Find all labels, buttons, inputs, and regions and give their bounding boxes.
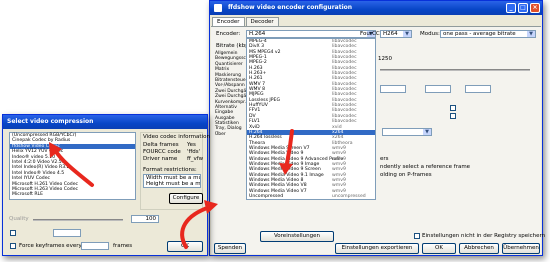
format-title: Format restrictions: [143,167,197,173]
presets-button[interactable]: Voreinstellungen [260,231,334,242]
no-registry-checkbox[interactable] [414,233,420,239]
codec-option-name: Windows Media Video 9 [249,151,304,157]
option-checkbox[interactable] [450,113,456,119]
keyframes-field[interactable] [81,242,109,250]
frames-label: frames [113,243,133,249]
ok-button[interactable]: OK [167,241,203,252]
info-value: Yes [187,142,196,148]
codec-option-name: FLV1 [249,119,260,125]
side-nav: Allgemein Bewegungsschätzung Quantisierer M… [213,51,264,137]
codec-option-name: MJPEG [249,92,264,98]
info-value: 'ffds' [187,149,201,155]
codec-option-name: MPEG-2 [249,60,267,66]
ok-button[interactable]: OK [422,243,456,254]
side-nav-item[interactable]: Bewegungsschätzung [213,56,264,61]
info-key: Delta frames [143,142,179,148]
bitrate-value: 1250 [378,56,392,62]
encoder-label: Encoder: [216,31,241,37]
codec-option-name: DivX 3 [249,44,265,50]
spin-field[interactable] [380,85,406,93]
codec-option-name: MS MPEG4 v2 [249,49,281,55]
chevron-down-icon: ▼ [527,31,535,37]
info-title: Video codec information [143,134,210,140]
side-nav-item[interactable]: Über [213,132,245,137]
ffdshow-config-window: ffdshow video encoder configuration _ □ … [209,0,546,256]
app-icon [214,4,222,12]
right-label: ndently select a reference frame [380,164,471,170]
title-bar: Select video compression [3,115,207,129]
codec-option-name: H.264 lossless [249,135,282,141]
side-nav-item[interactable]: Vor-/Abspann [213,83,245,88]
codec-option-name: H.263 [249,65,263,71]
tab-decoder[interactable]: Decoder [245,17,279,26]
data-rate-checkbox[interactable] [10,230,16,236]
spin-field[interactable] [425,85,451,93]
dialog-title: Select video compression [7,118,94,125]
info-key: FOURCC code [143,149,181,155]
quality-slider[interactable] [33,219,123,221]
main-tabs: Encoder Decoder [212,17,280,26]
quality-label: Quality [9,216,29,222]
info-value: ff_vfw [187,156,204,162]
keyframes-label: Force keyframes every [19,243,82,249]
option-select[interactable]: ▼ [382,128,432,136]
quality-field[interactable]: 100 [131,215,159,223]
format-line: Height must be a multiple of 4 [146,181,201,187]
option-checkbox[interactable] [450,105,456,111]
minimize-button[interactable]: _ [506,3,516,13]
fourcc-label: FourCC: [360,31,382,37]
codec-option-name: Windows Media Video 9 Screen [249,167,321,173]
codec-option-name: Windows Media Video V7 [249,188,307,194]
right-label: ers [380,156,389,162]
title-bar: ffdshow video encoder configuration _ □ … [210,1,542,15]
bitrate-slider[interactable] [380,69,530,71]
codec-option-name: Windows Media Video 9.1 Image [249,172,324,178]
maximize-button[interactable]: □ [518,3,528,13]
codec-list-item[interactable]: Microsoft RLE [10,192,135,197]
no-registry-label: Einstellungen nicht in der Registry spei… [422,233,546,239]
codec-option-library: uncompressed [332,193,366,199]
data-rate-field[interactable] [53,229,81,237]
donate-button[interactable]: Spenden [214,243,246,254]
codec-list[interactable]: (Uncompressed RGB/YCbCr) Cinepak Codec by… [9,132,136,200]
close-button[interactable]: × [530,3,540,13]
info-key: Driver name [143,156,178,162]
right-label: olding on P-frames [380,172,432,178]
modus-label: Modus: [420,31,440,37]
apply-button[interactable]: Übernehmen [502,243,540,254]
side-nav-item[interactable]: Zwei Durchgänge [213,94,255,99]
spin-field[interactable] [465,85,491,93]
fourcc-select[interactable]: H264 ▼ [380,30,412,38]
chevron-down-icon: ▼ [403,31,411,37]
encoder-dropdown-list[interactable]: MPEG-4 libavcodec DivX 3 libavcodec MS MPEG4… [246,38,376,200]
configure-button[interactable]: Configure [169,193,203,204]
video-compression-dialog: Select video compression (Uncompressed R… [2,114,210,256]
codec-option[interactable]: Uncompressed uncompressed [247,194,375,199]
modus-select[interactable]: one pass - average bitrate ▼ [440,30,536,38]
codec-option-name: XviD [249,124,260,130]
export-settings-button[interactable]: Einstellungen exportieren [335,243,419,254]
keyframes-checkbox[interactable] [10,243,16,249]
tab-encoder[interactable]: Encoder [212,17,245,26]
cancel-button[interactable]: Abbrechen [459,243,499,254]
codec-option-name: Theora [249,140,266,146]
chevron-down-icon: ▼ [423,129,431,135]
window-title: ffdshow video encoder configuration [228,4,353,11]
format-restrictions: Width must be a multiple of 2 Height mus… [143,174,201,188]
codec-info-group: Video codec information Delta frames Yes F… [140,132,210,210]
codec-option-name: Windows Media Video 9 Advanced Profile [249,156,344,162]
codec-option-name: WMV 7 [249,81,266,87]
encoder-select[interactable]: H.264 ▼ [246,30,376,38]
codec-option-name: H.261 [249,76,263,82]
codec-option-name: Uncompressed [249,193,284,199]
codec-option-name: Windows Media Video V8 [249,183,307,189]
codec-option-name: FFV1 [249,108,261,114]
